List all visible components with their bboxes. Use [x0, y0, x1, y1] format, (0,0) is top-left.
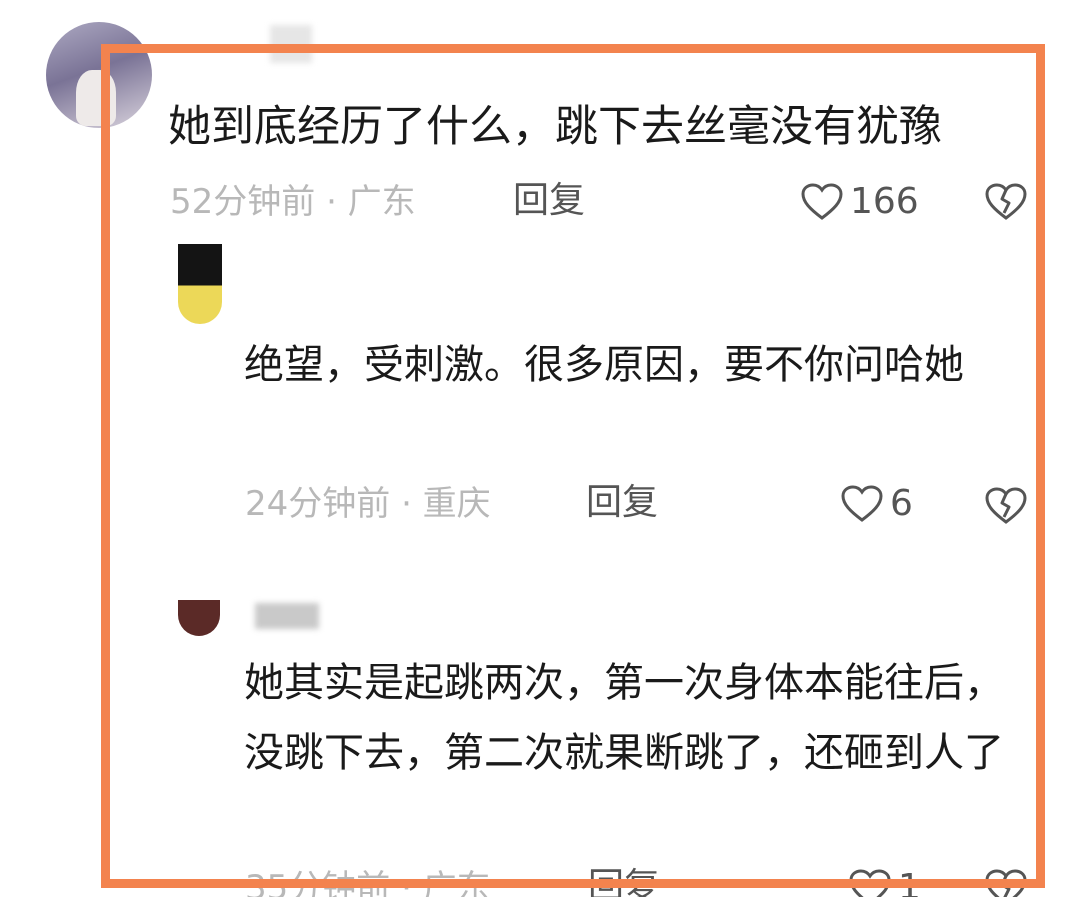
reply-button[interactable]: 回复 [586, 481, 658, 525]
dislike-button[interactable] [984, 868, 1028, 897]
like-button[interactable]: 1 [848, 866, 921, 897]
like-button[interactable]: 6 [840, 482, 913, 526]
like-count: 6 [890, 483, 913, 524]
heart-outline-icon [840, 484, 884, 524]
comment-time-location: 35分钟前 · 广东 [245, 868, 491, 897]
reply-text: 绝望，受刺激。很多原因，要不你问哈她 [244, 342, 964, 388]
reply-button[interactable]: 回复 [588, 865, 660, 897]
avatar[interactable] [46, 22, 152, 128]
dislike-button[interactable] [984, 486, 1028, 530]
broken-heart-icon [984, 183, 1028, 226]
username-blurred [270, 25, 312, 63]
avatar[interactable] [178, 244, 222, 324]
reply-button[interactable]: 回复 [513, 179, 585, 223]
like-count: 1 [898, 867, 921, 897]
like-button[interactable]: 166 [800, 180, 919, 224]
dislike-button[interactable] [984, 182, 1028, 226]
broken-heart-icon [984, 487, 1028, 530]
comment-time-location: 52分钟前 · 广东 [170, 182, 416, 222]
comment-thread: 她到底经历了什么，跳下去丝毫没有犹豫 52分钟前 · 广东 回复 166 绝望，… [0, 0, 1078, 897]
broken-heart-icon [984, 869, 1028, 897]
comment-text: 她到底经历了什么，跳下去丝毫没有犹豫 [168, 102, 942, 152]
username-blurred [255, 603, 319, 629]
like-count: 166 [850, 181, 919, 222]
heart-outline-icon [800, 182, 844, 222]
avatar[interactable] [178, 600, 220, 636]
comment-time-location: 24分钟前 · 重庆 [245, 484, 491, 524]
heart-outline-icon [848, 868, 892, 897]
reply-text: 她其实是起跳两次，第一次身体本能往后，没跳下去，第二次就果断跳了，还砸到人了 [244, 660, 1004, 776]
